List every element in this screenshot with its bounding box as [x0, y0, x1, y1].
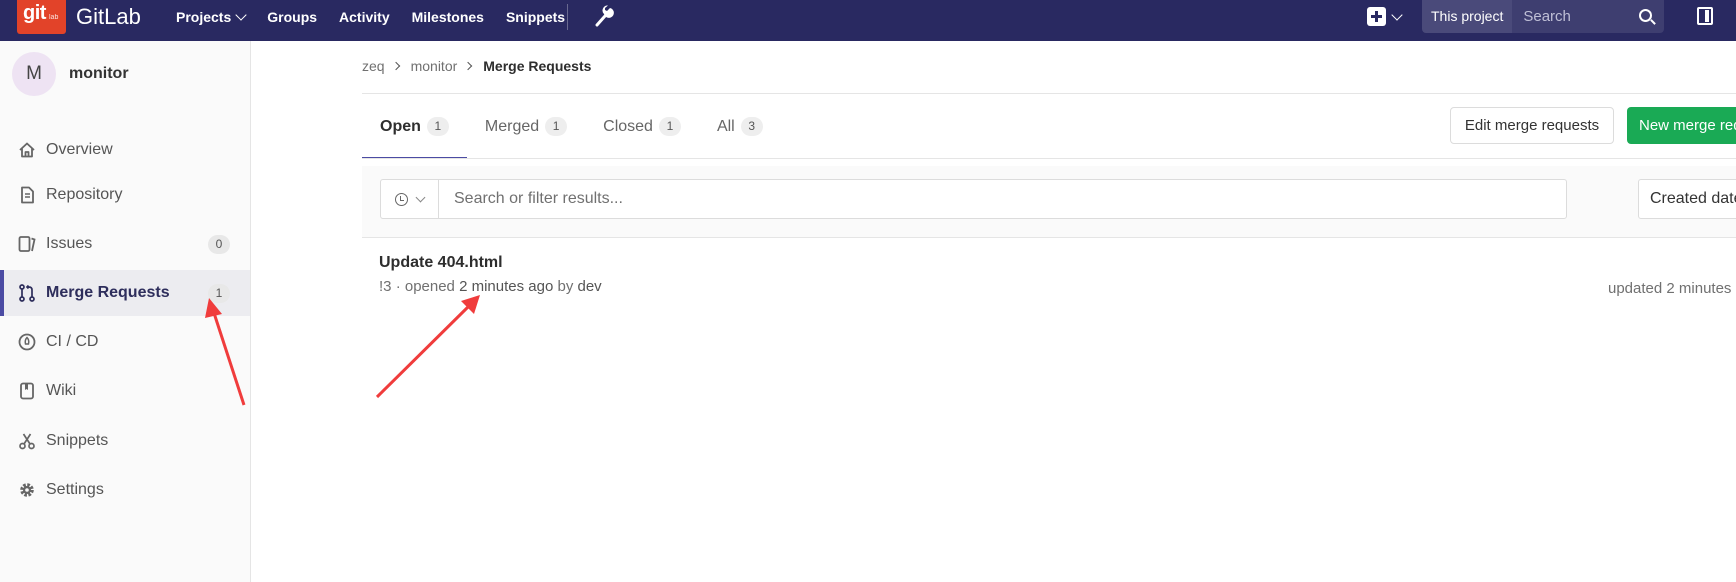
- sort-dropdown[interactable]: Created date: [1638, 179, 1736, 219]
- tab-label: Merged: [484, 117, 540, 135]
- project-sidebar: M monitor Overview Repository Issues 0 M…: [0, 41, 251, 582]
- search-scope-badge[interactable]: This project: [1422, 0, 1513, 33]
- tab-all[interactable]: All 3: [699, 94, 781, 159]
- chevron-right-icon: [464, 61, 473, 71]
- sidebar-item-merge-requests[interactable]: Merge Requests 1: [0, 270, 250, 316]
- nav-activity[interactable]: Activity: [339, 9, 390, 25]
- search-input[interactable]: Search: [1512, 0, 1664, 33]
- top-navbar: git lab GitLab Projects Groups Activity …: [0, 0, 1736, 41]
- tab-closed[interactable]: Closed 1: [585, 94, 699, 159]
- tab-count-badge: 1: [545, 117, 568, 136]
- book-icon: [20, 382, 34, 400]
- recent-searches-button[interactable]: [381, 180, 439, 218]
- sidebar-item-label: Snippets: [46, 432, 109, 449]
- tab-open[interactable]: Open 1: [362, 94, 467, 159]
- mr-state-tabs: Open 1 Merged 1 Closed 1 All 3: [362, 94, 781, 159]
- sidebar-item-overview[interactable]: Overview: [0, 127, 250, 173]
- merge-request-ref: !3: [379, 278, 392, 295]
- breadcrumb: zeq monitor Merge Requests: [362, 58, 591, 74]
- nav-links: Projects Groups Activity Milestones Snip…: [176, 0, 587, 33]
- logo-small-text: lab: [49, 14, 59, 21]
- sidebar-item-issues[interactable]: Issues 0: [0, 221, 250, 267]
- nav-groups[interactable]: Groups: [267, 9, 317, 25]
- sidebar-item-label: Merge Requests: [46, 284, 170, 301]
- home-icon: [19, 142, 35, 158]
- merge-request-title[interactable]: Update 404.html: [379, 254, 503, 272]
- nav-projects-label: Projects: [176, 8, 232, 25]
- sidebar-item-repository[interactable]: Repository: [0, 172, 250, 218]
- issues-count-badge: 0: [208, 235, 230, 254]
- merge-requests-count-badge: 1: [208, 284, 230, 303]
- plus-icon: [1367, 7, 1386, 26]
- repository-icon: [21, 186, 34, 204]
- merge-request-opened-time: 2 minutes ago: [459, 278, 554, 295]
- search-icon: [1639, 9, 1652, 22]
- gitlab-logo[interactable]: git lab: [17, 0, 66, 34]
- tab-label: Open: [380, 117, 421, 135]
- tab-count-badge: 1: [658, 117, 681, 136]
- rocket-icon: [18, 333, 36, 351]
- chevron-right-icon: [391, 61, 400, 71]
- tab-count-badge: 1: [426, 117, 449, 136]
- merge-request-item: Update 404.html !3 · opened 2 minutes ag…: [362, 238, 1736, 308]
- merge-request-updated: updated 2 minutes ago: [1608, 280, 1736, 297]
- tab-label: Closed: [603, 117, 653, 135]
- sidebar-toggle-icon[interactable]: [1697, 7, 1713, 25]
- project-name: monitor: [69, 65, 129, 82]
- chevron-down-icon: [1391, 8, 1403, 21]
- breadcrumb-current[interactable]: Merge Requests: [483, 58, 591, 74]
- tab-label: All: [716, 117, 735, 135]
- nav-snippets[interactable]: Snippets: [506, 9, 565, 25]
- merge-request-meta: !3 · opened 2 minutes ago by dev: [379, 278, 602, 295]
- breadcrumb-group[interactable]: zeq: [362, 58, 385, 74]
- sidebar-item-label: Issues: [46, 235, 93, 252]
- edit-merge-requests-button[interactable]: Edit merge requests: [1450, 107, 1614, 144]
- merge-request-opened-label: · opened: [395, 278, 455, 295]
- sidebar-item-ci-cd[interactable]: CI / CD: [0, 319, 250, 365]
- sidebar-item-label: Overview: [46, 141, 113, 158]
- project-header[interactable]: M monitor: [12, 52, 129, 96]
- chevron-down-icon: [235, 8, 247, 21]
- nav-divider: [567, 4, 568, 30]
- wrench-icon[interactable]: [594, 5, 614, 27]
- nav-projects[interactable]: Projects: [176, 8, 247, 25]
- sidebar-item-label: Settings: [46, 481, 104, 498]
- annotation-arrow-timestamp: [375, 295, 480, 399]
- gear-icon: [20, 483, 34, 497]
- sidebar-item-label: Repository: [46, 186, 123, 203]
- filter-bar: Search or filter results... Created date: [362, 166, 1736, 238]
- chevron-down-icon: [415, 192, 426, 202]
- sidebar-item-settings[interactable]: Settings: [0, 467, 250, 513]
- merge-request-by-label: by: [557, 278, 574, 295]
- project-avatar: M: [12, 52, 56, 96]
- filter-search-box[interactable]: Search or filter results...: [380, 179, 1567, 219]
- nav-milestones[interactable]: Milestones: [412, 9, 484, 25]
- scissors-icon: [19, 433, 35, 450]
- tab-merged[interactable]: Merged 1: [467, 94, 585, 159]
- merge-request-author[interactable]: dev: [578, 278, 602, 295]
- breadcrumb-project[interactable]: monitor: [411, 58, 458, 74]
- logo-text: git: [23, 2, 46, 24]
- sidebar-item-snippets[interactable]: Snippets: [0, 418, 250, 464]
- sidebar-item-label: Wiki: [46, 382, 77, 399]
- sidebar-item-wiki[interactable]: Wiki: [0, 368, 250, 414]
- new-dropdown[interactable]: [1367, 7, 1403, 26]
- global-search: This project Search: [1422, 0, 1664, 33]
- brand-title[interactable]: GitLab: [76, 4, 141, 30]
- issues-icon: [18, 236, 36, 252]
- filter-input-placeholder: Search or filter results...: [454, 190, 623, 207]
- new-merge-request-button[interactable]: New merge request: [1627, 107, 1736, 144]
- search-placeholder: Search: [1523, 8, 1571, 25]
- tabs-divider: [362, 158, 1736, 159]
- history-icon: [395, 192, 408, 206]
- sidebar-item-label: CI / CD: [46, 333, 99, 350]
- tab-count-badge: 3: [740, 117, 763, 136]
- merge-request-icon: [19, 284, 35, 302]
